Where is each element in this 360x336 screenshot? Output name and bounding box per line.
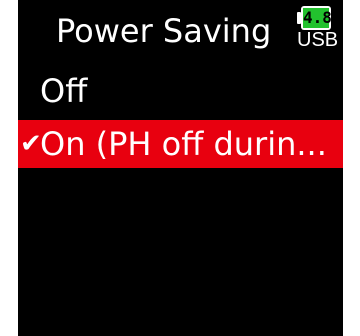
menu-item-label: Off: [40, 72, 88, 110]
checkmark-icon: ✔: [20, 129, 42, 159]
battery-indicator: 4.8 USB: [297, 6, 339, 51]
menu-item-off[interactable]: ✔ Off: [18, 66, 343, 116]
header-bar: Power Saving 4.8 USB: [18, 0, 343, 62]
menu-item-label: On (PH off durin...: [40, 125, 327, 163]
page-title: Power Saving: [56, 12, 272, 50]
menu-item-on[interactable]: ✔ On (PH off durin...: [18, 120, 343, 168]
power-source-label: USB: [297, 29, 339, 51]
device-screen: Power Saving 4.8 USB ✔ Off ✔ On (PH off …: [18, 0, 343, 336]
power-saving-menu: ✔ Off ✔ On (PH off durin...: [18, 66, 343, 168]
battery-level: 4.8: [303, 8, 332, 28]
